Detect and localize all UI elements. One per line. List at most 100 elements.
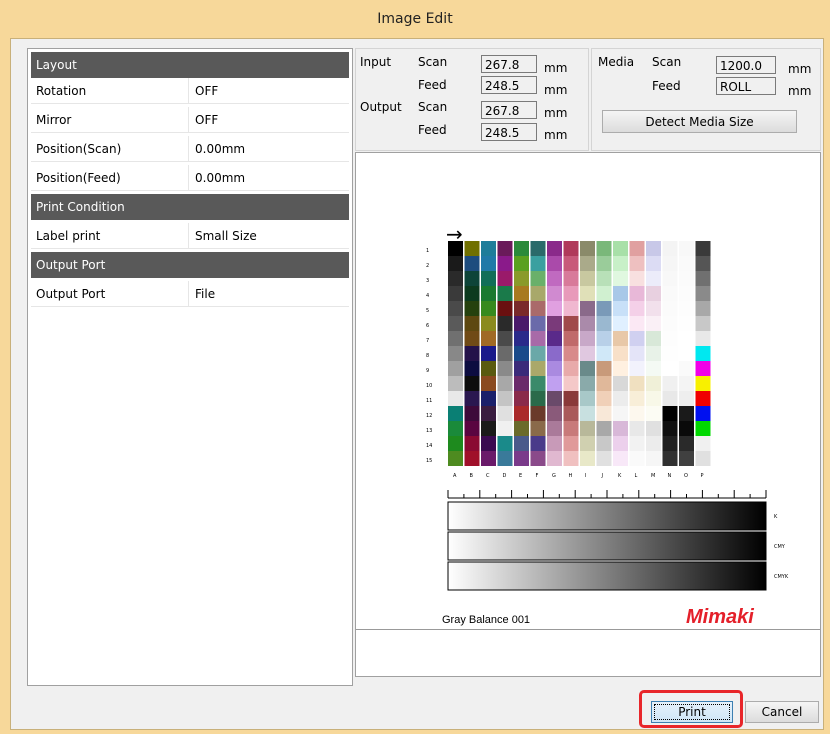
row-mirror[interactable]: Mirror OFF — [31, 107, 349, 133]
color-patch — [514, 391, 529, 406]
color-patch — [448, 421, 463, 436]
input-scan-field[interactable]: 267.8 — [481, 55, 537, 73]
color-patch — [695, 361, 711, 376]
color-patch — [646, 361, 661, 376]
row-number: 1 — [426, 248, 429, 254]
color-patch — [679, 286, 694, 301]
row-position-scan[interactable]: Position(Scan) 0.00mm — [31, 136, 349, 162]
row-value[interactable]: File — [189, 287, 215, 301]
unit-label: mm — [544, 83, 568, 97]
color-patch — [448, 241, 463, 256]
input-feed-field[interactable]: 248.5 — [481, 76, 537, 94]
color-patch — [580, 241, 595, 256]
color-patch — [695, 241, 711, 256]
color-patch — [497, 391, 513, 406]
color-patch — [646, 331, 661, 346]
color-patch — [514, 331, 529, 346]
color-patch — [580, 271, 595, 286]
color-patch — [629, 406, 645, 421]
color-patch — [580, 391, 595, 406]
row-label-print[interactable]: Label print Small Size — [31, 223, 349, 249]
section-print-condition: Print Condition — [31, 194, 349, 220]
unit-label: mm — [544, 61, 568, 75]
color-patch — [596, 421, 612, 436]
color-patch — [646, 376, 661, 391]
column-letter: H — [569, 473, 573, 479]
section-layout: Layout — [31, 52, 349, 78]
color-patch — [662, 406, 678, 421]
color-patch — [629, 436, 645, 451]
media-feed-field[interactable]: ROLL — [716, 77, 776, 95]
output-feed-field[interactable]: 248.5 — [481, 123, 537, 141]
column-letters: A B C D E F G H I J K L M N O P — [453, 473, 704, 479]
color-patch — [530, 301, 546, 316]
color-patch — [580, 286, 595, 301]
color-patch — [514, 241, 529, 256]
output-scan-field[interactable]: 267.8 — [481, 101, 537, 119]
preview-caption: Gray Balance 001 — [442, 614, 530, 626]
color-patch — [530, 391, 546, 406]
color-patch — [497, 271, 513, 286]
color-patch — [679, 361, 694, 376]
color-patch — [530, 241, 546, 256]
color-patch — [497, 286, 513, 301]
row-rotation[interactable]: Rotation OFF — [31, 78, 349, 104]
color-patch — [497, 301, 513, 316]
color-patch — [662, 286, 678, 301]
color-patch — [497, 361, 513, 376]
color-patch — [448, 331, 463, 346]
color-patch — [530, 406, 546, 421]
color-patch — [580, 421, 595, 436]
color-patch — [530, 436, 546, 451]
column-letter: D — [503, 473, 507, 479]
color-patch — [448, 436, 463, 451]
color-patch — [563, 331, 579, 346]
section-output-port: Output Port — [31, 252, 349, 278]
color-patch — [464, 451, 480, 466]
color-patch — [580, 346, 595, 361]
row-value[interactable]: OFF — [189, 113, 218, 127]
media-scan-label: Scan — [652, 55, 682, 69]
row-value[interactable]: 0.00mm — [189, 171, 245, 185]
row-position-feed[interactable]: Position(Feed) 0.00mm — [31, 165, 349, 191]
column-letter: A — [453, 473, 457, 479]
color-patch — [530, 286, 546, 301]
row-value[interactable]: 0.00mm — [189, 142, 245, 156]
color-patch — [646, 436, 661, 451]
color-patch — [514, 436, 529, 451]
color-patch — [679, 271, 694, 286]
color-patch — [464, 241, 480, 256]
color-patch — [629, 286, 645, 301]
row-output-port[interactable]: Output Port File — [31, 281, 349, 307]
cancel-button[interactable]: Cancel — [745, 701, 819, 723]
color-patch — [580, 436, 595, 451]
column-letter: K — [618, 473, 622, 479]
color-patch — [530, 421, 546, 436]
color-patch — [481, 331, 496, 346]
strip-label: CMYK — [774, 574, 789, 580]
row-value[interactable]: Small Size — [189, 229, 257, 243]
detect-media-size-button[interactable]: Detect Media Size — [602, 110, 797, 133]
color-patch — [547, 436, 562, 451]
color-patch — [497, 241, 513, 256]
color-patch — [497, 316, 513, 331]
unit-label: mm — [544, 128, 568, 142]
color-patch — [580, 331, 595, 346]
color-patch — [563, 406, 579, 421]
color-patch — [646, 391, 661, 406]
input-scan-label: Scan — [418, 55, 448, 69]
color-patch — [514, 316, 529, 331]
color-patch — [448, 256, 463, 271]
color-patch — [464, 331, 480, 346]
media-scan-field[interactable]: 1200.0 — [716, 56, 776, 74]
color-patch — [481, 256, 496, 271]
color-patch — [547, 331, 562, 346]
color-patch — [613, 256, 628, 271]
color-patch — [563, 421, 579, 436]
color-patch — [596, 391, 612, 406]
print-button[interactable]: Print — [651, 701, 733, 723]
row-label: Position(Scan) — [31, 136, 189, 161]
color-patch — [613, 241, 628, 256]
row-number: 15 — [426, 458, 432, 464]
row-value[interactable]: OFF — [189, 84, 218, 98]
